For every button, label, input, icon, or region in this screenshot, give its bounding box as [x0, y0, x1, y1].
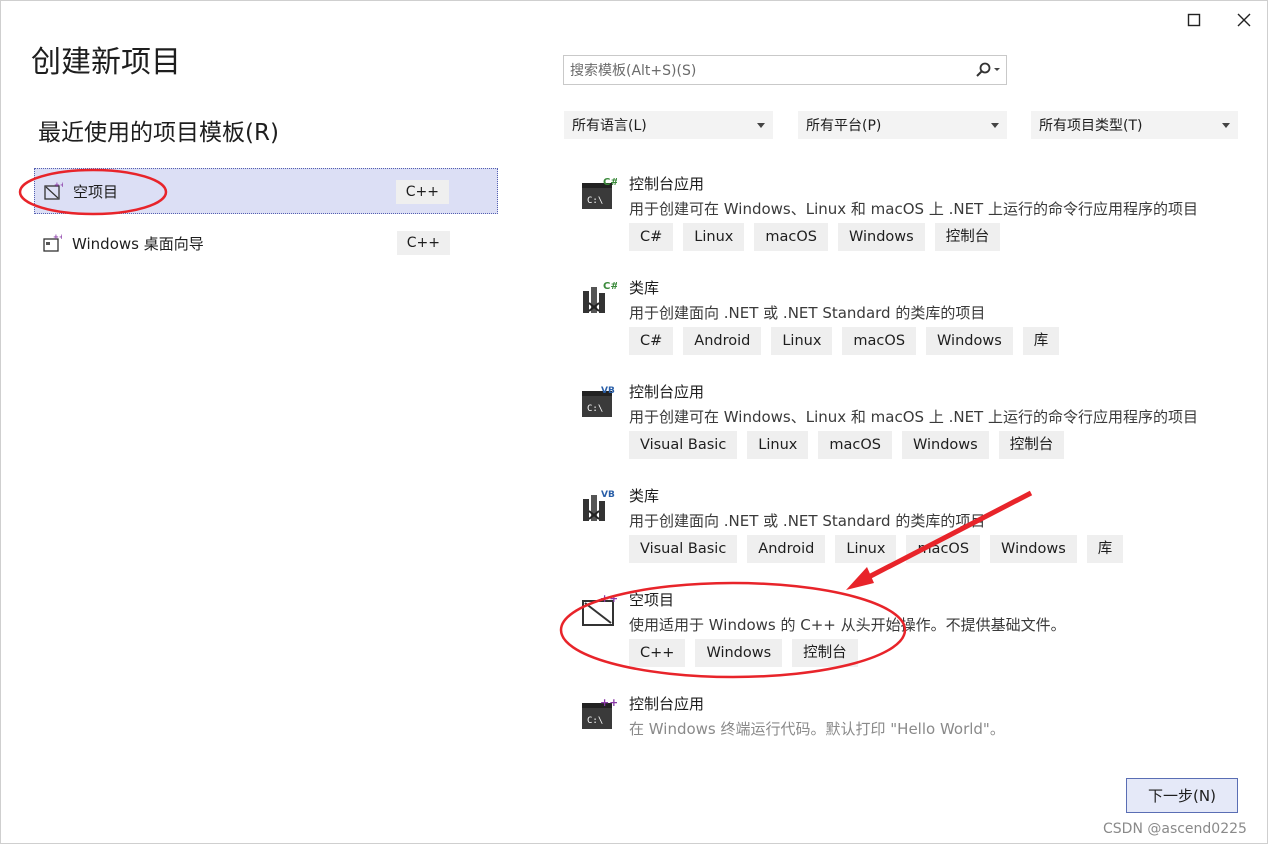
tag: Linux	[683, 223, 745, 251]
close-button[interactable]	[1229, 7, 1259, 33]
template-item[interactable]: C# 类库 用于创建面向 .NET 或 .NET Standard 的类库的项目…	[577, 277, 1217, 367]
tag: 控制台	[934, 223, 1001, 251]
template-name: 控制台应用	[629, 383, 705, 401]
chevron-down-icon	[991, 122, 999, 128]
create-project-window: 创建新项目 最近使用的项目模板(R) ++ 空项目 C++ ++ Windows…	[0, 0, 1268, 844]
chevron-down-icon	[1222, 122, 1230, 128]
template-description: 用于创建可在 Windows、Linux 和 macOS 上 .NET 上运行的…	[629, 408, 1198, 426]
tag: Windows	[901, 431, 989, 459]
template-tags: Visual Basic Android Linux macOS Windows…	[629, 535, 1124, 563]
tag: macOS	[818, 431, 892, 459]
tag: Windows	[695, 639, 783, 667]
template-tags: Visual Basic Linux macOS Windows 控制台	[629, 431, 1065, 459]
language-badge: C#	[603, 281, 617, 292]
language-badge: VB	[601, 490, 615, 500]
template-description: 用于创建可在 Windows、Linux 和 macOS 上 .NET 上运行的…	[629, 200, 1198, 218]
tag: Android	[747, 535, 826, 563]
recent-item-label: Windows 桌面向导	[72, 234, 204, 253]
svg-text:C:\: C:\	[587, 404, 603, 414]
tag: 库	[1022, 327, 1060, 355]
language-filter-dropdown[interactable]: 所有语言(L)	[564, 111, 773, 139]
template-item[interactable]: C:\ C# 控制台应用 用于创建可在 Windows、Linux 和 macO…	[577, 173, 1217, 263]
empty-project-icon: ++	[582, 593, 617, 626]
maximize-icon	[1187, 13, 1201, 27]
tag: Linux	[835, 535, 897, 563]
template-item[interactable]: C:\ ++ 控制台应用 在 Windows 终端运行代码。默认打印 "Hell…	[577, 693, 1217, 743]
template-description: 用于创建面向 .NET 或 .NET Standard 的类库的项目	[629, 304, 986, 322]
maximize-button[interactable]	[1179, 7, 1209, 33]
language-badge: C#	[603, 177, 617, 188]
recent-item-windows-desktop-wizard[interactable]: ++ Windows 桌面向导 C++	[34, 220, 498, 266]
project-type-filter-label: 所有项目类型(T)	[1039, 118, 1143, 134]
language-filter-label: 所有语言(L)	[572, 118, 647, 134]
tag: macOS	[906, 535, 981, 563]
tag: 库	[1086, 535, 1124, 563]
tag: C#	[629, 327, 674, 355]
tag: Android	[683, 327, 762, 355]
svg-text:C:\: C:\	[587, 196, 603, 206]
template-description: 在 Windows 终端运行代码。默认打印 "Hello World"。	[629, 720, 1005, 738]
class-library-icon: C#	[583, 281, 617, 313]
tag: C++	[629, 639, 686, 667]
class-library-icon: VB	[583, 490, 615, 521]
tag: Windows	[990, 535, 1077, 563]
search-button[interactable]	[970, 56, 1006, 84]
tag: Visual Basic	[629, 431, 738, 459]
search-icon	[976, 62, 1000, 77]
console-app-icon: C:\ ++	[582, 697, 617, 729]
svg-text:++: ++	[53, 233, 62, 241]
template-search-box[interactable]: 搜索模板(Alt+S)(S)	[563, 55, 1007, 85]
template-tags: C++ Windows 控制台	[629, 639, 858, 667]
search-input[interactable]: 搜索模板(Alt+S)(S)	[570, 60, 970, 80]
template-name: 类库	[629, 279, 660, 297]
recent-item-empty-project[interactable]: ++ 空项目 C++	[34, 168, 498, 214]
tag: 控制台	[792, 639, 858, 667]
chevron-down-icon	[757, 122, 765, 128]
language-tag: C++	[396, 231, 450, 255]
next-button[interactable]: 下一步(N)	[1126, 778, 1238, 813]
tag: Linux	[747, 431, 809, 459]
platform-filter-label: 所有平台(P)	[806, 118, 882, 134]
template-item[interactable]: C:\ VB 控制台应用 用于创建可在 Windows、Linux 和 macO…	[577, 381, 1217, 471]
template-name: 类库	[629, 487, 660, 505]
tag: C#	[629, 223, 674, 251]
template-tags: C# Android Linux macOS Windows 库	[629, 327, 1060, 355]
recent-item-label: 空项目	[73, 182, 119, 201]
project-type-filter-dropdown[interactable]: 所有项目类型(T)	[1031, 111, 1238, 139]
page-title: 创建新项目	[31, 45, 181, 80]
tag: macOS	[842, 327, 917, 355]
template-item[interactable]: VB 类库 用于创建面向 .NET 或 .NET Standard 的类库的项目…	[577, 485, 1217, 575]
tag: Windows	[926, 327, 1013, 355]
template-tags: C# Linux macOS Windows 控制台	[629, 223, 1001, 251]
svg-text:C:\: C:\	[587, 716, 603, 726]
platform-filter-dropdown[interactable]: 所有平台(P)	[798, 111, 1007, 139]
desktop-wizard-icon: ++	[43, 233, 62, 252]
language-tag: C++	[395, 180, 449, 204]
console-app-icon: C:\ C#	[582, 177, 617, 209]
template-name: 空项目	[629, 591, 675, 609]
template-description: 使用适用于 Windows 的 C++ 从头开始操作。不提供基础文件。	[629, 616, 1066, 634]
close-icon	[1237, 13, 1251, 27]
tag: 控制台	[998, 431, 1065, 459]
tag: Linux	[771, 327, 833, 355]
template-name: 控制台应用	[629, 175, 705, 193]
language-badge: ++	[600, 697, 617, 709]
template-description: 用于创建面向 .NET 或 .NET Standard 的类库的项目	[629, 512, 986, 530]
tag: Windows	[837, 223, 925, 251]
language-badge: VB	[601, 386, 615, 396]
tag: Visual Basic	[629, 535, 738, 563]
language-badge: ++	[600, 593, 617, 605]
recent-templates-heading: 最近使用的项目模板(R)	[38, 120, 279, 146]
console-app-icon: C:\ VB	[582, 386, 615, 417]
tag: macOS	[754, 223, 828, 251]
template-item[interactable]: ++ 空项目 使用适用于 Windows 的 C++ 从头开始操作。不提供基础文…	[577, 589, 1217, 679]
watermark: CSDN @ascend0225	[1103, 821, 1247, 837]
template-name: 控制台应用	[629, 695, 705, 713]
svg-text:++: ++	[54, 181, 63, 189]
empty-project-icon: ++	[44, 181, 63, 200]
